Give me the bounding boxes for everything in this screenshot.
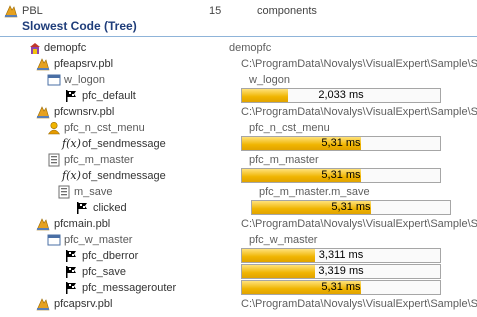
library-icon [36, 217, 50, 231]
window-icon [47, 73, 61, 87]
tree-col2: pfc_m_master [249, 154, 319, 166]
header-kind: components [257, 5, 317, 17]
header-count: 15 [209, 5, 222, 17]
event-flag-icon [64, 281, 78, 295]
library-icon [36, 105, 50, 119]
duration-value: 5,31 ms [321, 169, 361, 181]
tree-col2: pfc_m_master.m_save [259, 186, 370, 198]
duration-bar: 2,033 ms [241, 88, 441, 103]
tree-col2: C:\ProgramData\Novalys\VisualExpert\Samp… [241, 106, 477, 118]
tree-label: m_save [74, 186, 113, 198]
tree-col2: pfc_n_cst_menu [249, 122, 330, 134]
duration-bar: 5,31 ms [251, 200, 451, 215]
tree-label: pfc_n_cst_menu [64, 122, 145, 134]
tree-col2: C:\ProgramData\Novalys\VisualExpert\Samp… [241, 58, 477, 70]
event-flag-icon [64, 89, 78, 103]
tree-col2: demopfc [229, 42, 272, 54]
tree-label: of_sendmessage [82, 138, 166, 150]
menu-icon [47, 153, 61, 167]
tree-label: pfeapsrv.pbl [54, 58, 114, 70]
tree-label: demopfc [44, 42, 87, 54]
header-label: PBL [22, 5, 43, 17]
tree-label: w_logon [64, 74, 105, 86]
window-icon [47, 233, 61, 247]
tree-label: pfc_w_master [64, 234, 133, 246]
function-icon: f(x) [62, 137, 81, 150]
duration-bar: 5,31 ms [241, 168, 441, 183]
duration-value: 5,31 ms [321, 137, 361, 149]
tree-label: pfcmain.pbl [54, 218, 111, 230]
event-flag-icon [64, 265, 78, 279]
tree-label: pfc_save [82, 266, 127, 278]
title-underline [0, 36, 477, 37]
application-icon [28, 41, 42, 55]
tree-label: pfcapsrv.pbl [54, 298, 113, 310]
library-icon [36, 297, 50, 311]
duration-value: 2,033 ms [318, 89, 364, 101]
duration-bar: 3,311 ms [241, 248, 441, 263]
duration-value: 5,31 ms [331, 201, 371, 213]
library-icon [4, 4, 18, 18]
duration-bar: 5,31 ms [241, 280, 441, 295]
tree-col2: C:\ProgramData\Novalys\VisualExpert\Samp… [241, 298, 477, 310]
tree-label: clicked [93, 202, 127, 214]
tree-col2: w_logon [249, 74, 290, 86]
tree-label: pfc_m_master [64, 154, 134, 166]
duration-bar: 3,319 ms [241, 264, 441, 279]
function-icon: f(x) [62, 169, 81, 182]
user-object-icon [47, 121, 61, 135]
duration-bar: 5,31 ms [241, 136, 441, 151]
duration-value: 3,311 ms [318, 249, 364, 261]
tree-label: pfcwnsrv.pbl [54, 106, 115, 118]
event-flag-icon [75, 201, 89, 215]
tree-label: pfc_dberror [82, 250, 139, 262]
menu-item-icon [57, 185, 71, 199]
section-title: Slowest Code (Tree) [22, 19, 137, 33]
library-icon [36, 57, 50, 71]
tree-col2: pfc_w_master [249, 234, 318, 246]
duration-value: 5,31 ms [321, 281, 361, 293]
event-flag-icon [64, 249, 78, 263]
tree-label: of_sendmessage [82, 170, 166, 182]
tree-col2: C:\ProgramData\Novalys\VisualExpert\Samp… [241, 218, 477, 230]
duration-value: 3,319 ms [318, 265, 364, 277]
tree-label: pfc_messagerouter [82, 282, 177, 294]
tree-label: pfc_default [82, 90, 136, 102]
